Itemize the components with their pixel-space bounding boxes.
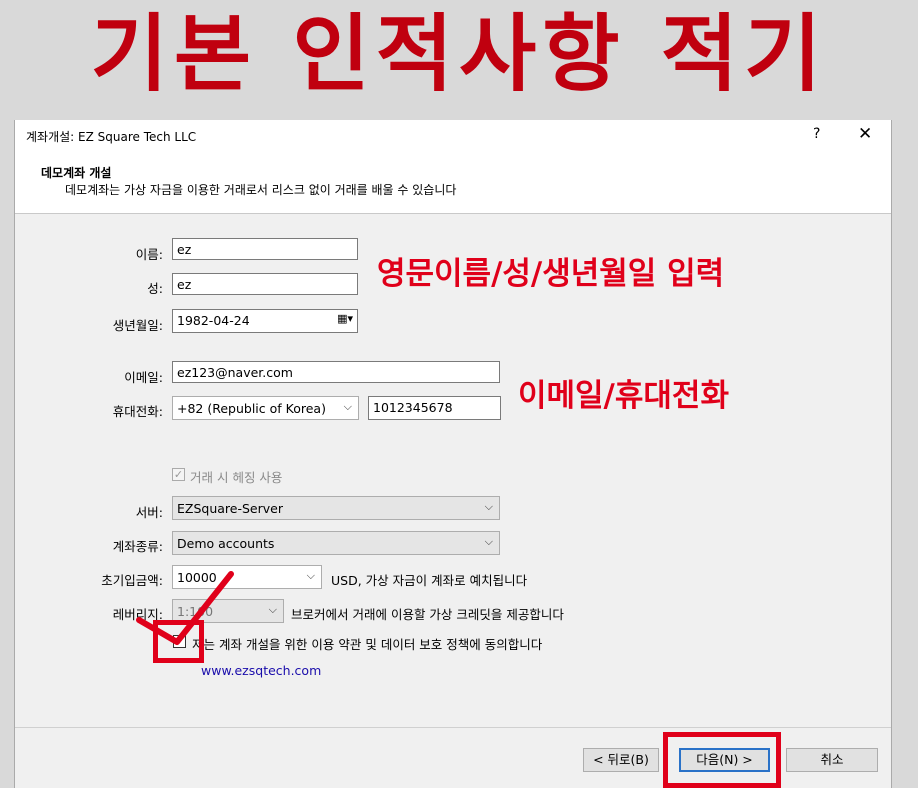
header-description: 데모계좌는 가상 자금을 이용한 거래로서 리스크 없이 거래를 배울 수 있습… <box>65 183 457 197</box>
annotation-next-box <box>663 732 781 788</box>
website-link[interactable]: www.ezsqtech.com <box>201 663 321 678</box>
banner-title: 기본 인적사항 적기 <box>90 5 828 103</box>
header-heading: 데모계좌 개설 <box>41 166 112 180</box>
cancel-button[interactable]: 취소 <box>786 748 878 772</box>
last-name-label: 성: <box>147 281 163 296</box>
birthdate-value: 1982-04-24 <box>177 313 250 328</box>
account-dialog: 계좌개설: EZ Square Tech LLC ? ✕ 데모계좌 개설 데모계… <box>14 120 892 788</box>
calendar-icon[interactable]: ▦▾ <box>337 312 353 325</box>
hedging-label: 거래 시 헤징 사용 <box>190 470 283 485</box>
first-name-field[interactable]: ez <box>172 238 358 260</box>
server-value: EZSquare-Server <box>177 501 283 516</box>
server-select[interactable]: EZSquare-Server ⌵ <box>172 496 500 520</box>
annotation-checkmark-icon <box>136 571 234 645</box>
first-name-label: 이름: <box>135 247 163 262</box>
window-title: 계좌개설: EZ Square Tech LLC <box>26 130 197 144</box>
email-label: 이메일: <box>124 370 163 385</box>
hedging-checkbox[interactable]: ✓ <box>172 468 185 481</box>
back-button[interactable]: < 뒤로(B) <box>583 748 659 772</box>
chevron-down-icon: ⌵ <box>343 400 352 413</box>
window-titlebar: 계좌개설: EZ Square Tech LLC ? ✕ <box>15 120 891 150</box>
phone-label: 휴대전화: <box>112 404 163 419</box>
close-icon[interactable]: ✕ <box>858 124 872 144</box>
chevron-down-icon: ⌵ <box>484 535 493 548</box>
agreement-label: 저는 계좌 개설을 위한 이용 약관 및 데이터 보호 정책에 동의합니다 <box>192 637 543 652</box>
account-type-value: Demo accounts <box>177 536 275 551</box>
footer-divider <box>15 727 891 728</box>
chevron-down-icon: ⌵ <box>306 569 315 582</box>
account-type-select[interactable]: Demo accounts ⌵ <box>172 531 500 555</box>
deposit-note: USD, 가상 자금이 계좌로 예치됩니다 <box>331 573 528 588</box>
chevron-down-icon: ⌵ <box>268 603 277 616</box>
email-field[interactable]: ez123@naver.com <box>172 361 500 383</box>
country-code-value: +82 (Republic of Korea) <box>177 401 326 416</box>
annotation-names: 영문이름/성/생년월일 입력 <box>377 256 725 292</box>
server-label: 서버: <box>135 505 163 520</box>
annotation-contact: 이메일/휴대전화 <box>518 378 729 414</box>
birthdate-picker[interactable]: 1982-04-24 ▦▾ <box>172 309 358 333</box>
help-button[interactable]: ? <box>813 126 820 142</box>
dialog-header: 데모계좌 개설 데모계좌는 가상 자금을 이용한 거래로서 리스크 없이 거래를… <box>15 150 891 214</box>
birthdate-label: 생년월일: <box>112 318 163 333</box>
account-type-label: 계좌종류: <box>112 539 163 554</box>
last-name-field[interactable]: ez <box>172 273 358 295</box>
country-code-select[interactable]: +82 (Republic of Korea) ⌵ <box>172 396 359 420</box>
phone-number-field[interactable]: 1012345678 <box>368 396 501 420</box>
leverage-note: 브로커에서 거래에 이용할 가상 크레딧을 제공합니다 <box>291 607 564 622</box>
chevron-down-icon: ⌵ <box>484 500 493 513</box>
